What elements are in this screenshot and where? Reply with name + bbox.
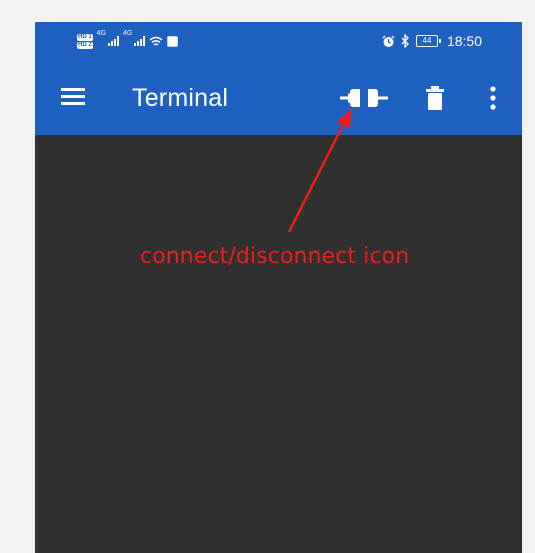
wifi-icon (149, 36, 163, 46)
terminal-output[interactable] (35, 135, 522, 553)
network-type-1: 4G (96, 30, 107, 37)
battery-level: 44 (415, 35, 438, 47)
trash-icon (426, 86, 444, 110)
hd2-badge: HD 2 (77, 41, 93, 49)
menu-icon[interactable] (61, 88, 85, 106)
signal-icon (108, 36, 120, 46)
signal-icon (134, 36, 146, 46)
hd-badges: HD 1 HD 2 (77, 33, 93, 49)
network-type-2: 4G (123, 30, 133, 37)
app-toolbar: Terminal (35, 60, 522, 135)
bluetooth-icon (401, 34, 409, 48)
battery-icon: 44 (415, 35, 441, 47)
hd1-badge: HD 1 (77, 33, 93, 41)
delete-button[interactable] (422, 83, 448, 113)
annotation-label: connect/disconnect icon (140, 244, 410, 269)
status-bar-left: HD 1 HD 2 4G 4G (77, 30, 179, 52)
phone-screen: HD 1 HD 2 4G 4G 44 18:50 Terminal connec… (35, 22, 522, 553)
status-bar: HD 1 HD 2 4G 4G 44 18:50 (35, 22, 522, 60)
connect-disconnect-icon (340, 89, 388, 107)
more-vert-icon (490, 86, 496, 110)
app-notification-icon (167, 35, 179, 47)
alarm-icon (382, 35, 395, 47)
connect-disconnect-button[interactable] (338, 81, 390, 115)
status-bar-right: 44 18:50 (382, 31, 482, 51)
status-time: 18:50 (446, 33, 482, 49)
page-title: Terminal (132, 84, 229, 112)
more-options-button[interactable] (482, 83, 504, 113)
